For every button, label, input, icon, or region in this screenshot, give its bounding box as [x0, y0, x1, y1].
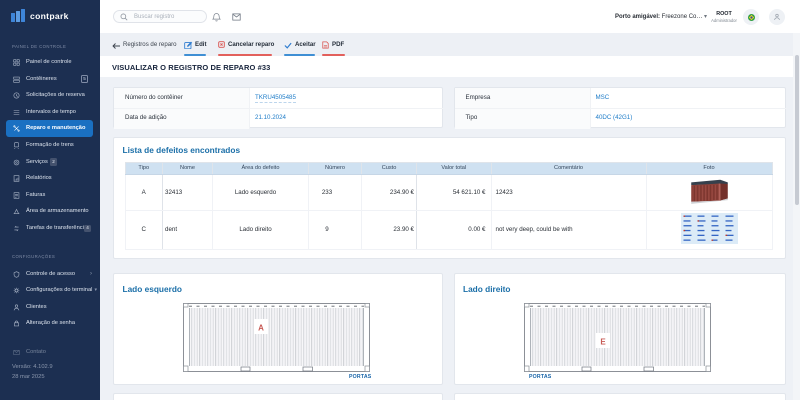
- svg-text:E: E: [600, 337, 606, 346]
- svg-text:A: A: [258, 323, 264, 332]
